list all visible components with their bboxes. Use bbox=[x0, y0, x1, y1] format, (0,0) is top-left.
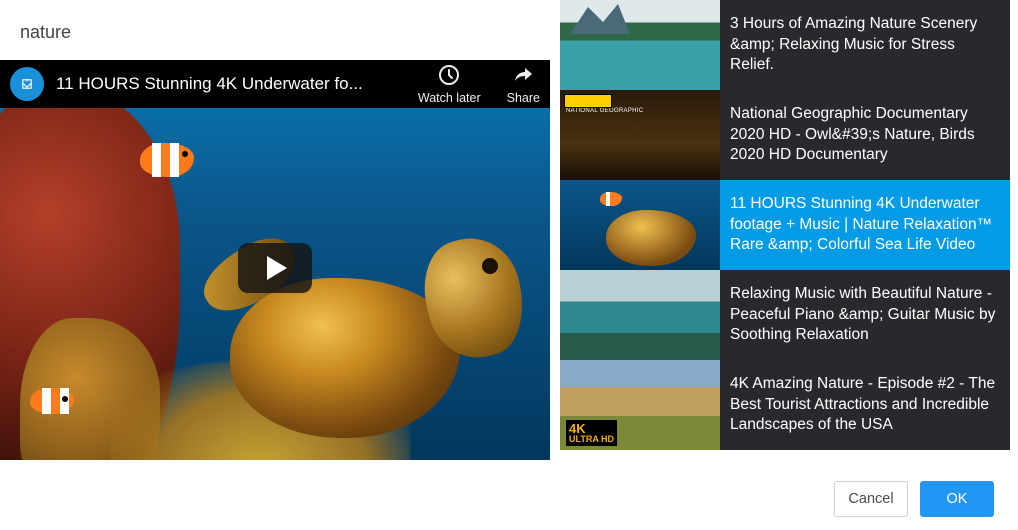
natgeo-badge: NATIONAL GEOGRAPHIC bbox=[566, 108, 643, 115]
watch-later-button[interactable]: Watch later bbox=[418, 63, 481, 105]
video-list-item[interactable]: 3 Hours of Amazing Nature Scenery &amp; … bbox=[560, 0, 1010, 90]
video-list-item-selected[interactable]: 11 HOURS Stunning 4K Underwater footage … bbox=[560, 180, 1010, 270]
share-button[interactable]: Share bbox=[507, 63, 540, 105]
share-icon bbox=[511, 63, 535, 87]
channel-avatar[interactable] bbox=[10, 67, 44, 101]
video-list-item[interactable]: NATIONAL GEOGRAPHIC National Geographic … bbox=[560, 90, 1010, 180]
player-actions: Watch later Share bbox=[418, 63, 540, 105]
video-list-item[interactable]: 4KULTRA HD 4K Amazing Nature - Episode #… bbox=[560, 360, 1010, 450]
watch-later-label: Watch later bbox=[418, 91, 481, 105]
video-thumbnail bbox=[560, 180, 720, 270]
share-label: Share bbox=[507, 91, 540, 105]
video-title: 3 Hours of Amazing Nature Scenery &amp; … bbox=[720, 14, 1010, 77]
video-thumbnail: 4KULTRA HD bbox=[560, 360, 720, 450]
video-title: Relaxing Music with Beautiful Nature - P… bbox=[720, 284, 1010, 347]
resolution-badge: 4KULTRA HD bbox=[566, 420, 617, 446]
video-list-item[interactable]: Relaxing Music with Beautiful Nature - P… bbox=[560, 270, 1010, 360]
video-list: 3 Hours of Amazing Nature Scenery &amp; … bbox=[560, 0, 1010, 450]
dialog-footer: Cancel OK bbox=[0, 468, 1018, 530]
video-thumbnail: NATIONAL GEOGRAPHIC bbox=[560, 90, 720, 180]
cancel-button[interactable]: Cancel bbox=[834, 481, 908, 517]
video-title: 11 HOURS Stunning 4K Underwater footage … bbox=[720, 194, 1010, 257]
ok-button[interactable]: OK bbox=[920, 481, 994, 517]
video-title: National Geographic Documentary 2020 HD … bbox=[720, 104, 1010, 167]
play-button[interactable] bbox=[238, 243, 312, 293]
player-top-bar: 11 HOURS Stunning 4K Underwater fo... Wa… bbox=[0, 60, 550, 108]
player-title: 11 HOURS Stunning 4K Underwater fo... bbox=[56, 74, 408, 94]
clock-icon bbox=[437, 63, 461, 87]
video-thumbnail bbox=[560, 270, 720, 360]
video-player: 11 HOURS Stunning 4K Underwater fo... Wa… bbox=[0, 60, 550, 460]
video-thumbnail bbox=[560, 0, 720, 90]
video-title: 4K Amazing Nature - Episode #2 - The Bes… bbox=[720, 374, 1010, 437]
search-input[interactable] bbox=[20, 22, 540, 43]
channel-logo-icon bbox=[17, 74, 37, 94]
